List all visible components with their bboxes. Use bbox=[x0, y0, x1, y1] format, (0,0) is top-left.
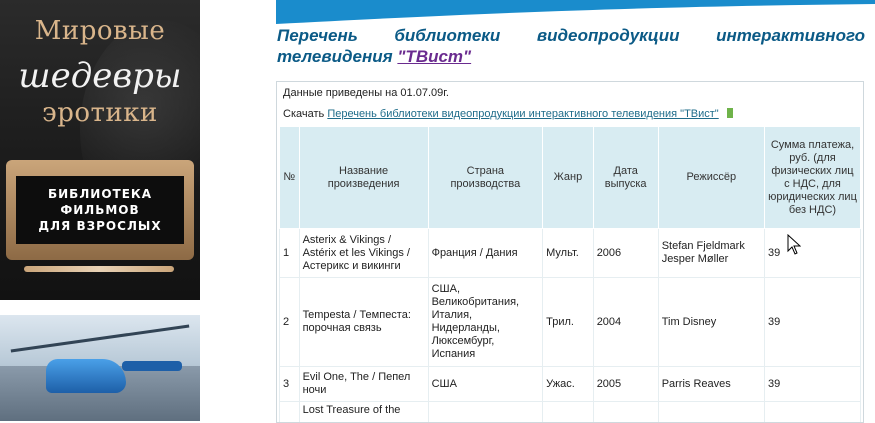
cell-title: Lost Treasure of the bbox=[299, 402, 428, 423]
top-banner-curve bbox=[276, 0, 875, 24]
col-header-director: Режиссёр bbox=[658, 127, 764, 229]
table-row: Lost Treasure of the bbox=[280, 402, 861, 423]
col-header-price: Сумма платежа, руб. (для физических лиц … bbox=[764, 127, 860, 229]
ad-panel-text: БИБЛИОТЕКА ФИЛЬМОВ ДЛЯ ВЗРОСЛЫХ bbox=[16, 176, 184, 244]
ad-panel-line: ДЛЯ ВЗРОСЛЫХ bbox=[16, 218, 184, 234]
catalog-panel: Данные приведены на 01.07.09г. Скачать П… bbox=[276, 81, 864, 423]
cell-director: Stefan Fjeldmark Jesper Møller bbox=[658, 229, 764, 278]
helicopter-rotor-icon bbox=[11, 324, 190, 352]
cell-year: 2006 bbox=[593, 229, 658, 278]
helicopter-tail-icon bbox=[122, 361, 182, 371]
data-date-note: Данные приведены на 01.07.09г. bbox=[283, 87, 449, 99]
cell-price bbox=[764, 402, 860, 423]
cell-price: 39 bbox=[764, 367, 860, 402]
cell-country bbox=[428, 402, 543, 423]
helicopter-icon bbox=[46, 359, 126, 393]
cell-number bbox=[280, 402, 300, 423]
col-header-genre: Жанр bbox=[543, 127, 594, 229]
col-header-year: Дата выпуска bbox=[593, 127, 658, 229]
download-label: Скачать bbox=[283, 108, 327, 120]
mouse-pointer-icon bbox=[787, 234, 801, 256]
ad-banner-adult-library[interactable]: Мировые шедевры эротики БИБЛИОТЕКА ФИЛЬМ… bbox=[0, 0, 200, 300]
table-header-row: № Название произведения Страна производс… bbox=[280, 127, 861, 229]
cell-year bbox=[593, 402, 658, 423]
table-row: 2 Tempesta / Темпеста: порочная связь СШ… bbox=[280, 278, 861, 367]
brand-link[interactable]: "ТВист" bbox=[397, 47, 471, 66]
cell-number: 2 bbox=[280, 278, 300, 367]
cell-number: 1 bbox=[280, 229, 300, 278]
page-title-text: Перечень библиотеки видеопродукции интер… bbox=[277, 26, 865, 66]
cell-price: 39 bbox=[764, 278, 860, 367]
banner-curve-svg bbox=[276, 0, 875, 24]
ad-line-1: Мировые bbox=[0, 16, 200, 46]
ad-panel-line: БИБЛИОТЕКА bbox=[16, 186, 184, 202]
cell-genre bbox=[543, 402, 594, 423]
cell-number: 3 bbox=[280, 367, 300, 402]
xls-file-icon[interactable] bbox=[727, 108, 733, 118]
cell-year: 2005 bbox=[593, 367, 658, 402]
cell-director bbox=[658, 402, 764, 423]
cell-country: США bbox=[428, 367, 543, 402]
ad-line-3: эротики bbox=[0, 98, 200, 128]
cell-price: 39 bbox=[764, 229, 860, 278]
cell-title: Evil One, The / Пепел ночи bbox=[299, 367, 428, 402]
col-header-title: Название произведения bbox=[299, 127, 428, 229]
ad-panel-line: ФИЛЬМОВ bbox=[16, 202, 184, 218]
page-title: Перечень библиотеки видеопродукции интер… bbox=[277, 25, 865, 67]
catalog-table: № Название произведения Страна производс… bbox=[279, 126, 861, 423]
cell-title: Asterix & Vikings / Astérix et les Vikin… bbox=[299, 229, 428, 278]
ad-line-2: шедевры bbox=[0, 56, 200, 96]
download-row: Скачать Перечень библиотеки видеопродукц… bbox=[283, 108, 733, 120]
ad-banner-helicopter[interactable] bbox=[0, 315, 200, 421]
cell-director: Tim Disney bbox=[658, 278, 764, 367]
cell-genre: Мульт. bbox=[543, 229, 594, 278]
cell-country: США, Великобритания, Италия, Нидерланды,… bbox=[428, 278, 543, 367]
table-row: 3 Evil One, The / Пепел ночи США Ужас. 2… bbox=[280, 367, 861, 402]
ad-panel: БИБЛИОТЕКА ФИЛЬМОВ ДЛЯ ВЗРОСЛЫХ bbox=[6, 160, 194, 260]
col-header-country: Страна производства bbox=[428, 127, 543, 229]
cell-year: 2004 bbox=[593, 278, 658, 367]
cell-title: Tempesta / Темпеста: порочная связь bbox=[299, 278, 428, 367]
col-header-number: № bbox=[280, 127, 300, 229]
cell-genre: Ужас. bbox=[543, 367, 594, 402]
download-link[interactable]: Перечень библиотеки видеопродукции интер… bbox=[327, 108, 718, 120]
cell-genre: Трил. bbox=[543, 278, 594, 367]
cell-director: Parris Reaves bbox=[658, 367, 764, 402]
table-row: 1 Asterix & Vikings / Astérix et les Vik… bbox=[280, 229, 861, 278]
cell-country: Франция / Дания bbox=[428, 229, 543, 278]
ad-gold-bar bbox=[24, 266, 174, 272]
